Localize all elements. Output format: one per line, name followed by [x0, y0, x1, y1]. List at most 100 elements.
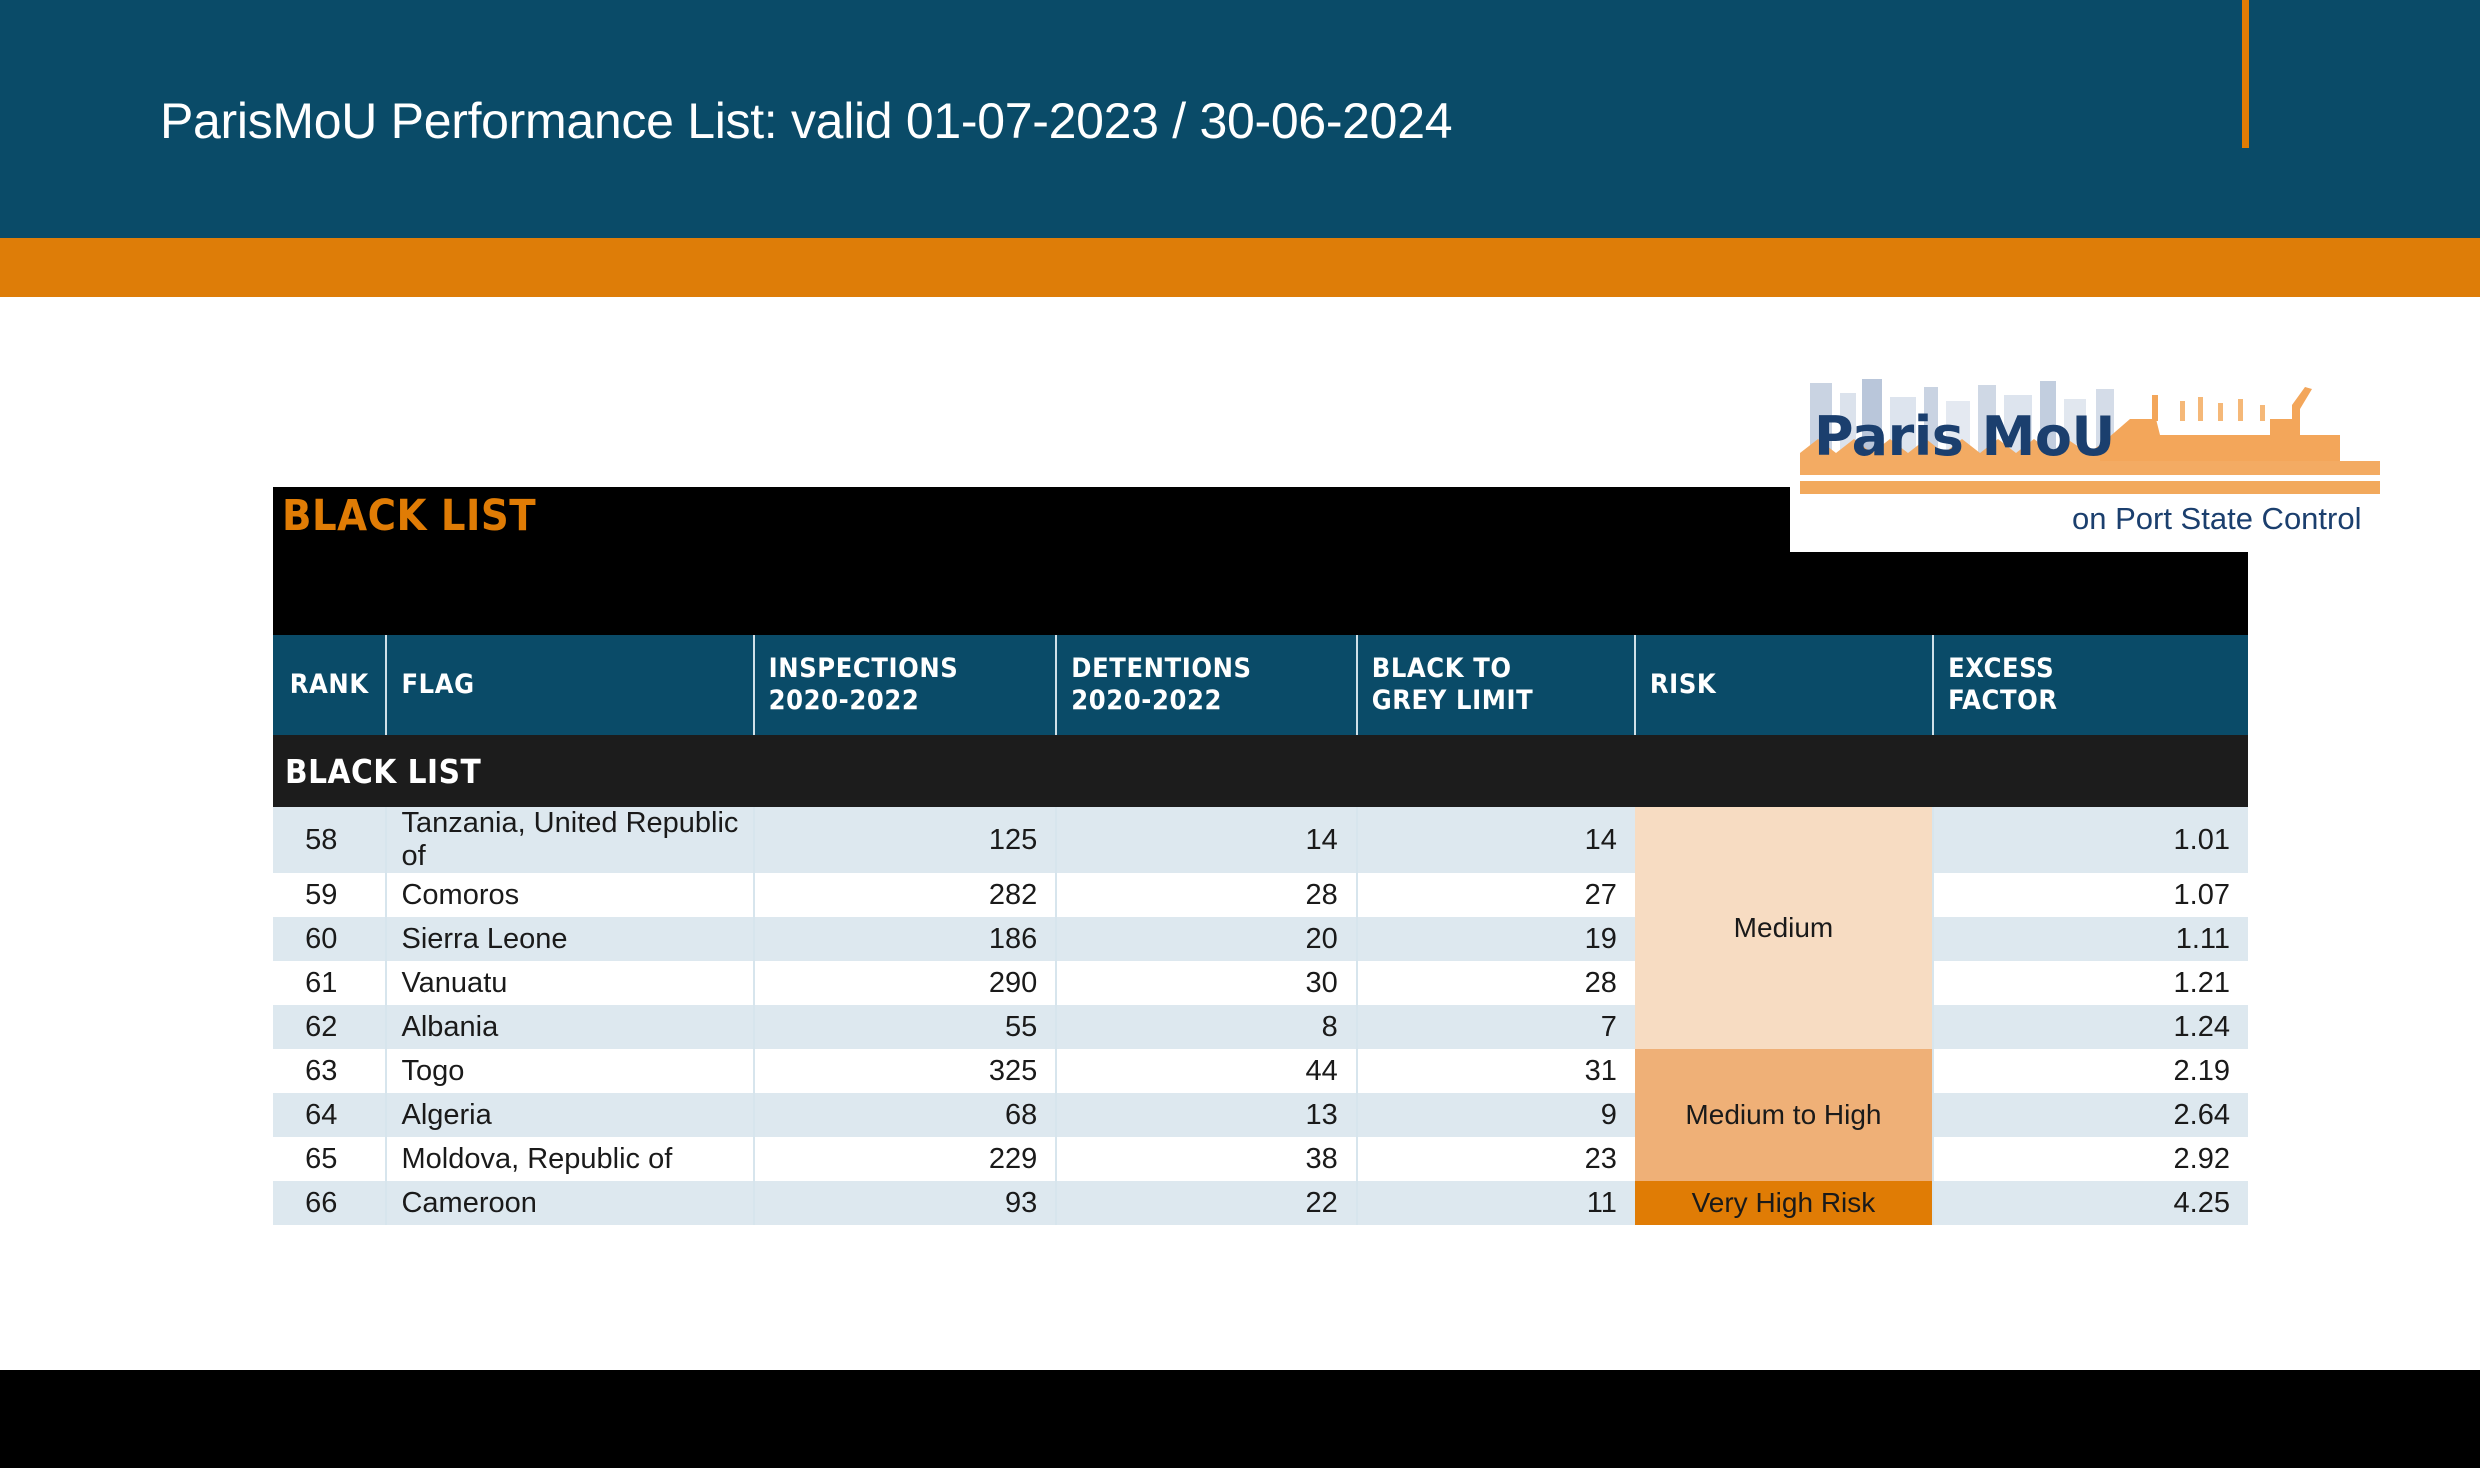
cell-detentions: 44 — [1055, 1049, 1357, 1093]
cell-excess-factor: 4.25 — [1932, 1181, 2248, 1225]
cell-excess-factor: 2.64 — [1932, 1093, 2248, 1137]
section-row-label: BLACK LIST — [273, 735, 2248, 807]
table-row: 60 Sierra Leone 186 20 19 1.11 — [273, 917, 2248, 961]
cell-risk-medium-to-high: Medium to High — [1634, 1049, 1934, 1181]
logo-graphic: Paris MoU on Port State Control — [1800, 375, 2380, 536]
column-header-black-to-grey-line1: BLACK TO — [1371, 653, 1512, 685]
cell-rank: 65 — [273, 1137, 387, 1181]
black-list-table-container: BLACK LIST RANK FLAG INSPECTIONS 2020-20… — [273, 487, 2248, 1225]
logo-wordmark: Paris MoU — [1814, 405, 2115, 468]
cell-detentions: 22 — [1055, 1181, 1357, 1225]
cell-black-to-grey-limit: 14 — [1355, 807, 1635, 873]
table-body: BLACK LIST 58 Tanzania, United Republic o… — [273, 735, 2248, 1225]
cell-excess-factor: 2.92 — [1932, 1137, 2248, 1181]
column-header-black-to-grey-line2: GREY LIMIT — [1371, 685, 1534, 716]
cell-flag: Albania — [385, 1005, 754, 1049]
cell-inspections: 229 — [752, 1137, 1057, 1181]
table-row: 58 Tanzania, United Republic of 125 14 14 Med… — [273, 807, 2248, 1049]
column-header-black-to-grey-limit: BLACK TO GREY LIMIT — [1355, 635, 1635, 735]
cell-rank: 63 — [273, 1049, 387, 1093]
title-banner: ParisMoU Performance List: valid 01-07-2… — [0, 0, 2480, 238]
cell-rank: 64 — [273, 1093, 387, 1137]
cell-black-to-grey-limit: 28 — [1355, 961, 1635, 1005]
table-row: 64 Algeria 68 13 9 2.64 — [273, 1093, 2248, 1137]
column-header-excess-line1: EXCESS — [1948, 653, 2055, 685]
black-list-heading: BLACK LIST — [282, 491, 537, 541]
table-row: 59 Comoros 282 28 27 1.07 — [273, 873, 2248, 917]
cell-detentions: 28 — [1055, 873, 1357, 917]
cell-inspections: 282 — [752, 873, 1057, 917]
cell-excess-factor: 1.11 — [1932, 917, 2248, 961]
bottom-black-bar — [0, 1370, 2480, 1468]
cell-excess-factor: 1.24 — [1932, 1005, 2248, 1049]
cell-excess-factor: 1.21 — [1932, 961, 2248, 1005]
cell-inspections: 290 — [752, 961, 1057, 1005]
table-row: 65 Moldova, Republic of 229 38 23 2.92 — [273, 1137, 2248, 1181]
section-row-black-list: BLACK LIST — [273, 735, 2248, 807]
cell-flag: Vanuatu — [385, 961, 754, 1005]
table-header-row: RANK FLAG INSPECTIONS 2020-2022 DETENTIO… — [273, 635, 2248, 735]
cell-rank: 62 — [273, 1005, 387, 1049]
cell-black-to-grey-limit: 31 — [1355, 1049, 1635, 1093]
cell-black-to-grey-limit: 27 — [1355, 873, 1635, 917]
cell-rank: 66 — [273, 1181, 387, 1225]
column-header-inspections-line2: 2020-2022 — [768, 685, 920, 716]
paris-mou-logo: Paris MoU on Port State Control — [1790, 355, 2385, 552]
cell-flag: Tanzania, United Republic of — [385, 807, 754, 873]
cell-flag: Cameroon — [385, 1181, 754, 1225]
orange-divider-band — [0, 238, 2480, 297]
column-header-rank: RANK — [273, 635, 387, 735]
column-header-risk: RISK — [1633, 635, 1934, 735]
cell-rank: 61 — [273, 961, 387, 1005]
cell-risk-very-high-risk: Very High Risk — [1634, 1181, 1934, 1225]
cell-risk-medium: Medium — [1634, 807, 1934, 1049]
cell-detentions: 38 — [1055, 1137, 1357, 1181]
logo-underline — [1800, 481, 2380, 494]
table-row: 63 Togo 325 44 31 Medium to High 2.19 — [273, 1049, 2248, 1181]
cell-black-to-grey-limit: 11 — [1355, 1181, 1635, 1225]
cell-excess-factor: 1.07 — [1932, 873, 2248, 917]
cell-rank: 59 — [273, 873, 387, 917]
performance-table: RANK FLAG INSPECTIONS 2020-2022 DETENTIO… — [273, 635, 2248, 1225]
column-header-rank-label: RANK — [289, 669, 369, 701]
column-header-detentions-line2: 2020-2022 — [1071, 685, 1222, 716]
logo-subtitle: on Port State Control — [2072, 501, 2362, 536]
cell-detentions: 20 — [1055, 917, 1357, 961]
column-header-inspections-line1: INSPECTIONS — [768, 653, 959, 685]
cell-inspections: 125 — [752, 807, 1057, 873]
table-row: 66 Cameroon 93 22 11 Very High Risk 4.25 — [273, 1181, 2248, 1225]
cell-black-to-grey-limit: 19 — [1355, 917, 1635, 961]
cell-inspections: 93 — [752, 1181, 1057, 1225]
cell-rank: 60 — [273, 917, 387, 961]
cell-inspections: 68 — [752, 1093, 1057, 1137]
cell-detentions: 14 — [1055, 807, 1357, 873]
table-row: 62 Albania 55 8 7 1.24 — [273, 1005, 2248, 1049]
cell-flag: Togo — [385, 1049, 754, 1093]
cell-flag: Moldova, Republic of — [385, 1137, 754, 1181]
cell-black-to-grey-limit: 23 — [1355, 1137, 1635, 1181]
cell-excess-factor: 2.19 — [1932, 1049, 2248, 1093]
cell-inspections: 186 — [752, 917, 1057, 961]
cell-black-to-grey-limit: 7 — [1355, 1005, 1635, 1049]
page-title: ParisMoU Performance List: valid 01-07-2… — [160, 93, 1453, 149]
cell-inspections: 55 — [752, 1005, 1057, 1049]
column-header-flag-label: FLAG — [401, 669, 475, 701]
cell-flag: Algeria — [385, 1093, 754, 1137]
cell-flag: Sierra Leone — [385, 917, 754, 961]
cell-detentions: 30 — [1055, 961, 1357, 1005]
cell-detentions: 8 — [1055, 1005, 1357, 1049]
column-header-inspections: INSPECTIONS 2020-2022 — [752, 635, 1057, 735]
column-header-risk-label: RISK — [1649, 669, 1717, 701]
cell-black-to-grey-limit: 9 — [1355, 1093, 1635, 1137]
accent-line — [2242, 0, 2249, 148]
column-header-flag: FLAG — [385, 635, 754, 735]
column-header-excess-line2: FACTOR — [1948, 685, 2058, 716]
column-header-detentions-line1: DETENTIONS — [1071, 653, 1252, 685]
cell-excess-factor: 1.01 — [1932, 807, 2248, 873]
column-header-detentions: DETENTIONS 2020-2022 — [1055, 635, 1357, 735]
table-row: 61 Vanuatu 290 30 28 1.21 — [273, 961, 2248, 1005]
cell-flag: Comoros — [385, 873, 754, 917]
cell-inspections: 325 — [752, 1049, 1057, 1093]
cell-detentions: 13 — [1055, 1093, 1357, 1137]
cell-rank: 58 — [273, 807, 387, 873]
